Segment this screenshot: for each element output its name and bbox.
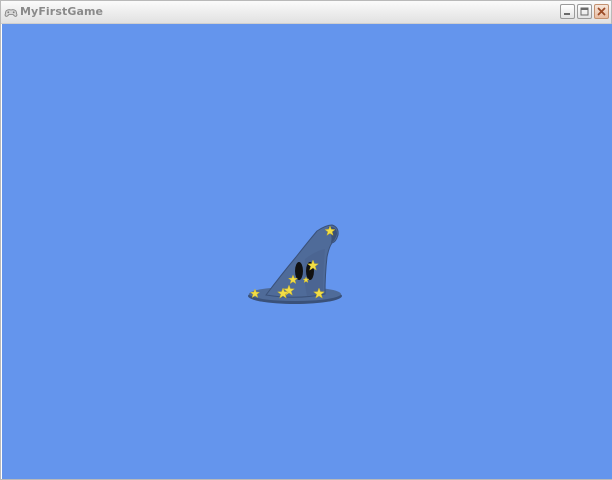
close-button[interactable] xyxy=(594,4,609,19)
game-window: MyFirstGame xyxy=(0,0,612,480)
game-viewport[interactable] xyxy=(2,24,612,479)
minimize-button[interactable] xyxy=(560,4,575,19)
close-icon xyxy=(597,7,606,16)
maximize-button[interactable] xyxy=(577,4,592,19)
gamepad-icon xyxy=(4,5,18,19)
maximize-icon xyxy=(580,7,589,16)
wizard-hat-sprite xyxy=(248,224,342,304)
window-title: MyFirstGame xyxy=(20,5,104,18)
minimize-icon xyxy=(564,13,570,15)
title-bar[interactable]: MyFirstGame xyxy=(1,1,611,24)
